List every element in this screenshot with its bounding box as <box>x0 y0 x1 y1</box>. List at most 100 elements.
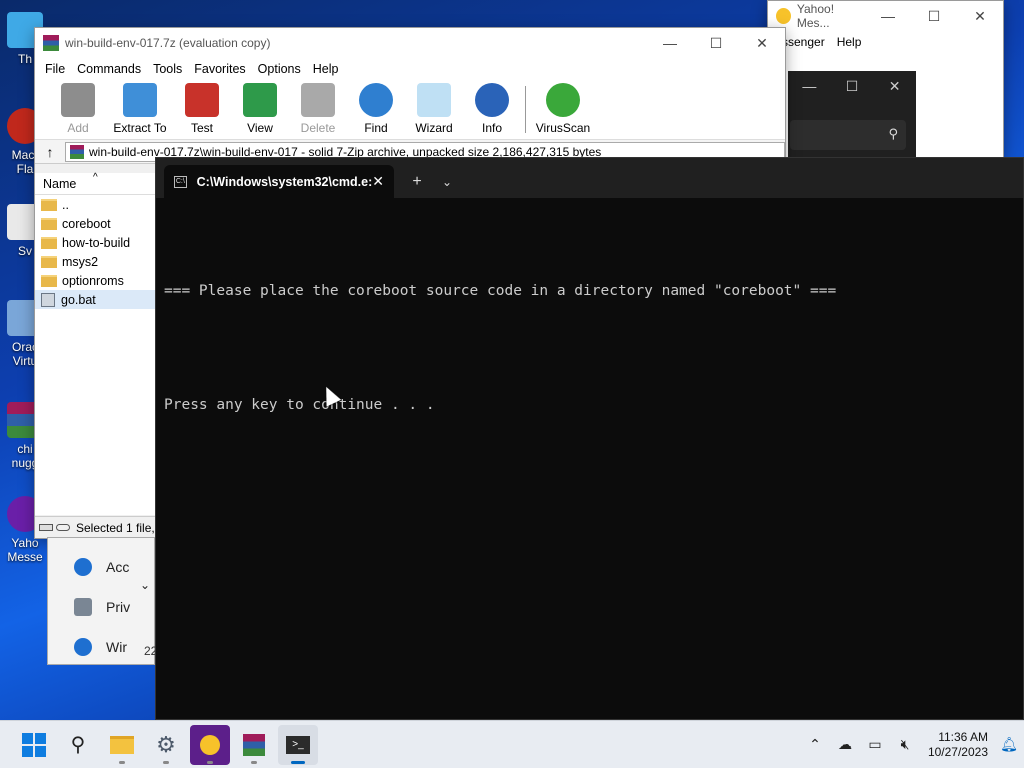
search-button[interactable]: ⚲ <box>58 725 98 765</box>
menu-options[interactable]: Options <box>252 62 307 76</box>
clock-date: 10/27/2023 <box>927 744 988 759</box>
menu-favorites[interactable]: Favorites <box>188 62 251 76</box>
file-explorer-button[interactable] <box>102 725 142 765</box>
minimize-button[interactable]: — <box>865 1 911 31</box>
search-box[interactable]: ⚲ <box>790 120 906 150</box>
wizard-button[interactable]: Wizard <box>405 80 463 139</box>
file-list: .. coreboot how-to-build msys2 optionrom… <box>35 195 156 515</box>
delete-button[interactable]: Delete <box>289 80 347 139</box>
virus-scan-icon <box>546 83 580 117</box>
desktop-icon-label: Yaho Messe <box>7 536 43 564</box>
chevron-up-icon[interactable]: ⌃ <box>800 736 830 753</box>
list-item[interactable]: coreboot <box>35 214 156 233</box>
list-item[interactable]: optionroms <box>35 271 156 290</box>
accessibility-item[interactable]: Acc <box>74 558 129 576</box>
magnifier-icon <box>359 83 393 117</box>
console-line: === Please place the coreboot source cod… <box>164 283 837 299</box>
sort-chevron-icon: ^ <box>93 172 98 183</box>
update-icon <box>74 638 92 656</box>
menu-tools[interactable]: Tools <box>147 62 188 76</box>
info-button[interactable]: Info <box>463 80 521 139</box>
terminal-window[interactable]: C:\ C:\Windows\system32\cmd.e: ✕ + ⌄ ===… <box>155 157 1024 720</box>
terminal-taskbar-button[interactable]: >_ <box>278 724 318 765</box>
onedrive-icon[interactable]: ☁ <box>830 736 860 753</box>
up-arrow-icon[interactable]: ↑ <box>35 144 65 160</box>
winrar-titlebar[interactable]: win-build-env-017.7z (evaluation copy) —… <box>35 28 785 58</box>
yahoo-title: Yahoo! Mes... <box>796 2 835 30</box>
yahoo-overlay-dark-window[interactable]: — ☐ ✕ ⚲ <box>788 71 916 161</box>
winrar-app-icon <box>43 35 59 51</box>
maximize-button[interactable]: ☐ <box>693 28 739 58</box>
folder-icon <box>41 236 57 249</box>
list-item[interactable]: .. <box>35 195 156 214</box>
folder-icon <box>41 255 57 268</box>
notification-bell-icon[interactable]: 🔔︎ <box>994 736 1024 753</box>
terminal-icon: >_ <box>286 735 310 754</box>
start-button[interactable] <box>14 725 54 765</box>
close-button[interactable]: ✕ <box>957 1 1003 31</box>
tab-dropdown-button[interactable]: ⌄ <box>432 165 462 198</box>
minimize-button[interactable]: — <box>788 71 831 101</box>
yahoo-messenger-window[interactable]: Yahoo! Mes... — ☐ ✕ ssenger Help — ☐ ✕ ⚲ <box>767 0 1004 161</box>
cmd-icon: C:\ <box>174 175 187 188</box>
toolbar: Add Extract To Test View Delete Find Wiz… <box>35 80 785 140</box>
test-button[interactable]: Test <box>173 80 231 139</box>
info-icon <box>475 83 509 117</box>
toolbar-separator <box>525 86 526 133</box>
expand-chevron-icon[interactable]: ⌄ <box>140 578 150 592</box>
settings-button[interactable]: ⚙ <box>146 725 186 765</box>
menu-help[interactable]: Help <box>307 62 345 76</box>
new-tab-button[interactable]: + <box>402 165 432 198</box>
system-tray: ⌃ ☁ ▭ 🔇︎ 11:36 AM 10/27/2023 🔔︎ <box>800 721 1024 768</box>
find-button[interactable]: Find <box>347 80 405 139</box>
folder-icon <box>41 274 57 287</box>
maximize-button[interactable]: ☐ <box>831 71 874 101</box>
add-button[interactable]: Add <box>49 80 107 139</box>
menu-bar: File Commands Tools Favorites Options He… <box>35 58 785 80</box>
extract-folder-icon <box>123 83 157 117</box>
menu-help[interactable]: Help <box>831 35 868 49</box>
close-button[interactable]: ✕ <box>739 28 785 58</box>
key-icon <box>56 524 70 531</box>
maximize-button[interactable]: ☐ <box>911 1 957 31</box>
magic-wand-icon <box>417 83 451 117</box>
shield-icon <box>74 598 92 616</box>
tab-cmd[interactable]: C:\ C:\Windows\system32\cmd.e: ✕ <box>164 165 394 198</box>
windows-logo-icon <box>22 732 46 757</box>
tab-close-icon[interactable]: ✕ <box>372 173 384 190</box>
volume-muted-icon[interactable]: 🔇︎ <box>890 736 920 753</box>
add-icon <box>61 83 95 117</box>
folder-icon <box>41 217 57 230</box>
name-column-header[interactable]: Name ^ <box>35 172 156 195</box>
menu-commands[interactable]: Commands <box>71 62 147 76</box>
yahoo-icon <box>200 734 220 755</box>
list-item[interactable]: go.bat <box>35 290 156 309</box>
search-icon: ⚲ <box>70 734 86 756</box>
yahoo-messenger-taskbar-button[interactable] <box>190 724 230 765</box>
view-button[interactable]: View <box>231 80 289 139</box>
winrar-icon <box>243 733 265 756</box>
folder-icon <box>110 735 134 754</box>
windows-update-item[interactable]: Wir <box>74 638 127 656</box>
settings-window[interactable]: Acc Priv Wir ⌄ 22 <box>47 537 157 665</box>
status-bar: Selected 1 file, <box>35 516 156 538</box>
yahoo-titlebar[interactable]: Yahoo! Mes... — ☐ ✕ <box>768 1 1003 31</box>
clock-time: 11:36 AM <box>938 729 988 744</box>
extract-to-button[interactable]: Extract To <box>107 80 173 139</box>
console-line: Press any key to continue . . . <box>164 397 435 413</box>
privacy-item[interactable]: Priv <box>74 598 130 616</box>
minimize-button[interactable]: — <box>647 28 693 58</box>
clock[interactable]: 11:36 AM 10/27/2023 <box>920 730 994 760</box>
list-item[interactable]: how-to-build <box>35 233 156 252</box>
virusscan-button[interactable]: VirusScan <box>530 80 596 139</box>
close-button[interactable]: ✕ <box>873 71 916 101</box>
list-item[interactable]: msys2 <box>35 252 156 271</box>
network-icon[interactable]: ▭ <box>860 736 890 753</box>
window-title: win-build-env-017.7z (evaluation copy) <box>65 36 271 50</box>
gear-icon: ⚙ <box>156 731 176 757</box>
console-output[interactable]: === Please place the coreboot source cod… <box>156 198 1023 453</box>
search-icon: ⚲ <box>888 126 898 141</box>
menu-file[interactable]: File <box>39 62 71 76</box>
archive-icon <box>70 144 84 159</box>
winrar-taskbar-button[interactable] <box>234 725 274 765</box>
